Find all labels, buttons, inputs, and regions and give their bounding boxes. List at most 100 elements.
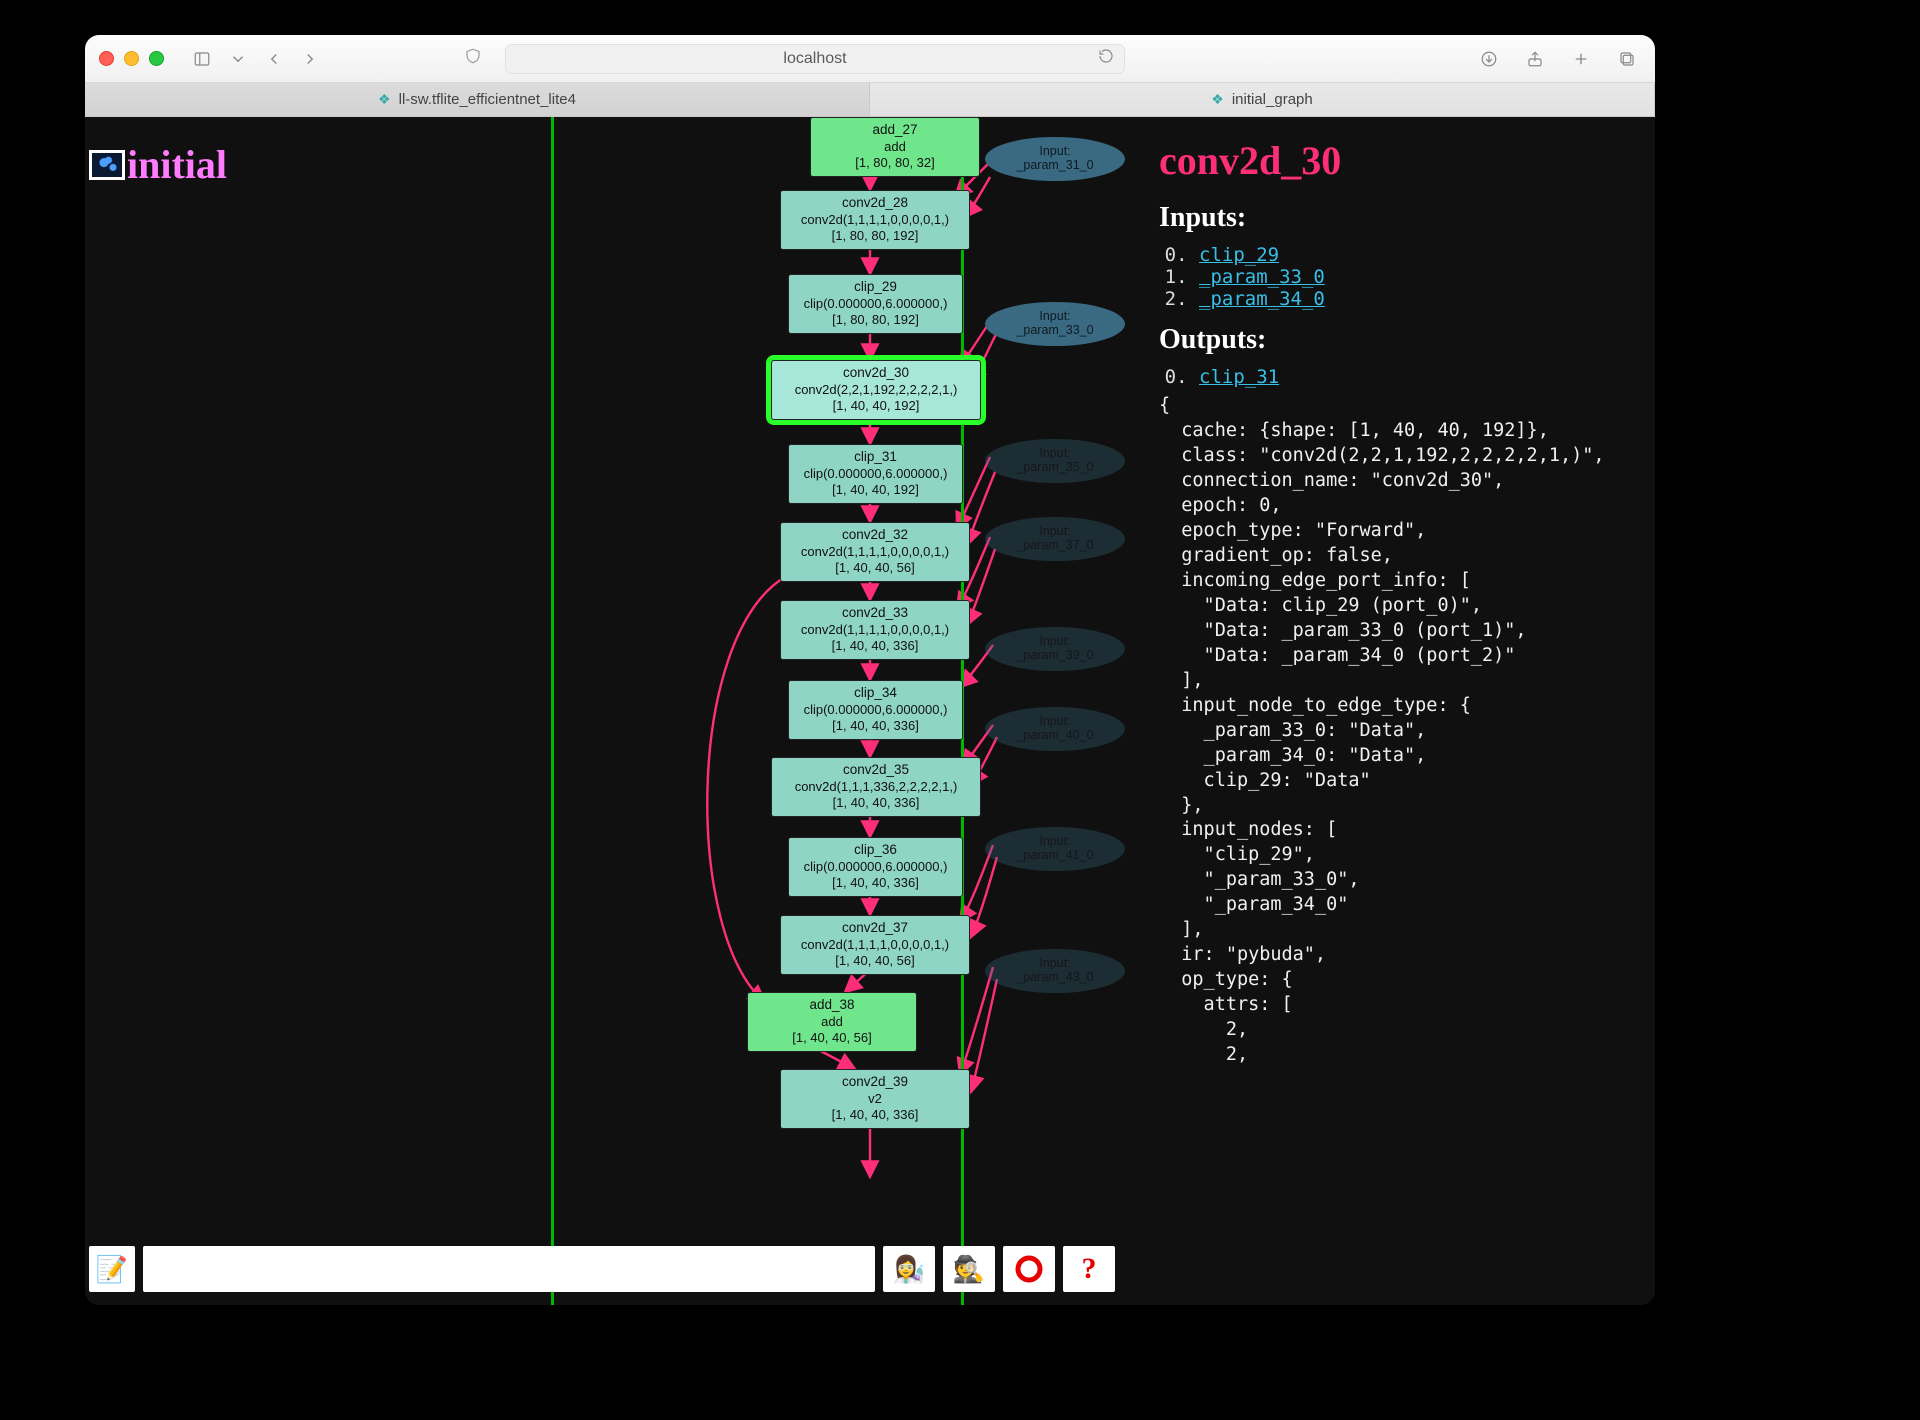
param-name: _param_39_0 xyxy=(1016,649,1093,663)
node-shape: [1, 40, 40, 56] xyxy=(791,953,959,969)
graph-node-clip_31[interactable]: clip_31clip(0.000000,6.000000,)[1, 40, 4… xyxy=(788,444,963,504)
node-op: conv2d(1,1,1,1,0,0,0,0,1,) xyxy=(791,212,959,228)
content-area: initial xyxy=(85,117,1655,1305)
output-link[interactable]: clip_31 xyxy=(1199,366,1279,388)
param-name: _param_35_0 xyxy=(1016,461,1093,475)
sidebar-toggle-icon[interactable] xyxy=(188,47,216,71)
graph-node-conv2d_35[interactable]: conv2d_35conv2d(1,1,1,336,2,2,2,2,1,)[1,… xyxy=(771,757,981,817)
graph-node-clip_34[interactable]: clip_34clip(0.000000,6.000000,)[1, 40, 4… xyxy=(788,680,963,740)
graph-node-conv2d_37[interactable]: conv2d_37conv2d(1,1,1,1,0,0,0,0,1,)[1, 4… xyxy=(780,915,970,975)
param-name: _param_33_0 xyxy=(1016,324,1093,338)
titlebar: localhost xyxy=(85,35,1655,83)
param-node-p33[interactable]: Input:_param_33_0 xyxy=(985,302,1125,346)
node-shape: [1, 40, 40, 336] xyxy=(799,718,952,734)
scientist-icon: 👩‍🔬 xyxy=(893,1254,925,1285)
node-op: conv2d(1,1,1,1,0,0,0,0,1,) xyxy=(791,544,959,560)
node-name: conv2d_32 xyxy=(791,527,959,544)
guide-line-left xyxy=(551,117,554,1305)
input-link-item: _param_33_0 xyxy=(1199,266,1637,288)
param-node-p40[interactable]: Input:_param_40_0 xyxy=(985,707,1125,751)
details-panel: conv2d_30 Inputs: clip_29_param_33_0_par… xyxy=(1135,117,1655,1305)
param-label: Input: xyxy=(1039,310,1070,324)
param-label: Input: xyxy=(1039,145,1070,159)
tab-label: ll-sw.tflite_efficientnet_lite4 xyxy=(399,91,576,108)
node-shape: [1, 40, 40, 336] xyxy=(791,638,959,654)
chevron-down-icon[interactable] xyxy=(224,47,252,71)
close-icon[interactable] xyxy=(99,51,114,66)
tab-initial-graph[interactable]: ❖ initial_graph xyxy=(870,83,1655,116)
shield-icon xyxy=(464,47,482,70)
graph-node-conv2d_30[interactable]: conv2d_30conv2d(2,2,1,192,2,2,2,2,1,)[1,… xyxy=(771,360,981,420)
tabs-overview-icon[interactable] xyxy=(1613,47,1641,71)
window-controls xyxy=(99,51,164,66)
download-icon[interactable] xyxy=(1475,47,1503,71)
node-op: clip(0.000000,6.000000,) xyxy=(799,702,952,718)
param-node-p31[interactable]: Input:_param_31_0 xyxy=(985,137,1125,181)
param-node-p37[interactable]: Input:_param_37_0 xyxy=(985,517,1125,561)
detective-icon: 🕵️ xyxy=(953,1254,985,1285)
node-name: clip_36 xyxy=(799,842,952,859)
node-name: clip_34 xyxy=(799,685,952,702)
outputs-list: clip_31 xyxy=(1199,366,1637,388)
input-link[interactable]: _param_34_0 xyxy=(1199,288,1325,310)
command-input[interactable] xyxy=(143,1246,875,1292)
help-button[interactable]: ? xyxy=(1063,1246,1115,1292)
graph-node-conv2d_33[interactable]: conv2d_33conv2d(1,1,1,1,0,0,0,0,1,)[1, 4… xyxy=(780,600,970,660)
tab-efficientnet[interactable]: ❖ ll-sw.tflite_efficientnet_lite4 xyxy=(85,83,870,116)
param-name: _param_37_0 xyxy=(1016,539,1093,553)
edge-layer xyxy=(85,117,1135,1305)
graph-node-clip_29[interactable]: clip_29clip(0.000000,6.000000,)[1, 80, 8… xyxy=(788,274,963,334)
node-name: clip_29 xyxy=(799,279,952,296)
param-name: _param_40_0 xyxy=(1016,729,1093,743)
param-node-p39[interactable]: Input:_param_39_0 xyxy=(985,627,1125,671)
node-shape: [1, 40, 40, 56] xyxy=(758,1030,906,1046)
address-text: localhost xyxy=(783,50,846,68)
graph-node-clip_36[interactable]: clip_36clip(0.000000,6.000000,)[1, 40, 4… xyxy=(788,837,963,897)
node-shape: [1, 80, 80, 32] xyxy=(821,155,969,171)
record-button[interactable] xyxy=(1003,1246,1055,1292)
graph-node-conv2d_32[interactable]: conv2d_32conv2d(1,1,1,1,0,0,0,0,1,)[1, 4… xyxy=(780,522,970,582)
param-node-p41[interactable]: Input:_param_41_0 xyxy=(985,827,1125,871)
node-name: conv2d_39 xyxy=(791,1074,959,1091)
param-name: _param_31_0 xyxy=(1016,159,1093,173)
graph-node-conv2d_39[interactable]: conv2d_39v2[1, 40, 40, 336] xyxy=(780,1069,970,1129)
share-icon[interactable] xyxy=(1521,47,1549,71)
node-name: conv2d_35 xyxy=(782,762,970,779)
command-bar: 📝 👩‍🔬 🕵️ ? xyxy=(89,1241,1115,1297)
maximize-icon[interactable] xyxy=(149,51,164,66)
param-node-p43[interactable]: Input:_param_43_0 xyxy=(985,949,1125,993)
minimize-icon[interactable] xyxy=(124,51,139,66)
address-bar[interactable]: localhost xyxy=(505,44,1125,74)
param-label: Input: xyxy=(1039,957,1070,971)
node-op: add xyxy=(821,139,969,155)
param-label: Input: xyxy=(1039,447,1070,461)
notepad-button[interactable]: 📝 xyxy=(89,1246,135,1292)
page-title: initial xyxy=(127,141,227,188)
tab-label: initial_graph xyxy=(1232,91,1313,108)
param-name: _param_43_0 xyxy=(1016,971,1093,985)
inputs-list: clip_29_param_33_0_param_34_0 xyxy=(1199,244,1637,310)
back-icon[interactable] xyxy=(260,47,288,71)
notepad-icon: 📝 xyxy=(96,1254,128,1285)
node-shape: [1, 40, 40, 336] xyxy=(799,875,952,891)
node-op: add xyxy=(758,1014,906,1030)
new-tab-icon[interactable] xyxy=(1567,47,1595,71)
persona-a-button[interactable]: 👩‍🔬 xyxy=(883,1246,935,1292)
node-shape: [1, 40, 40, 336] xyxy=(782,795,970,811)
input-link-item: _param_34_0 xyxy=(1199,288,1637,310)
node-name: conv2d_33 xyxy=(791,605,959,622)
graph-title-badge[interactable]: initial xyxy=(89,141,227,188)
graph-node-conv2d_28[interactable]: conv2d_28conv2d(1,1,1,1,0,0,0,0,1,)[1, 8… xyxy=(780,190,970,250)
input-link[interactable]: clip_29 xyxy=(1199,244,1279,266)
param-node-p35[interactable]: Input:_param_35_0 xyxy=(985,439,1125,483)
help-icon: ? xyxy=(1082,1252,1097,1286)
node-name: conv2d_30 xyxy=(782,365,970,382)
reload-icon[interactable] xyxy=(1098,48,1114,69)
persona-b-button[interactable]: 🕵️ xyxy=(943,1246,995,1292)
graph-node-add_27[interactable]: add_27add[1, 80, 80, 32] xyxy=(810,117,980,177)
graph-node-add_38[interactable]: add_38add[1, 40, 40, 56] xyxy=(747,992,917,1052)
forward-icon[interactable] xyxy=(296,47,324,71)
param-name: _param_41_0 xyxy=(1016,849,1093,863)
cube-icon: ❖ xyxy=(1211,91,1224,108)
input-link[interactable]: _param_33_0 xyxy=(1199,266,1325,288)
